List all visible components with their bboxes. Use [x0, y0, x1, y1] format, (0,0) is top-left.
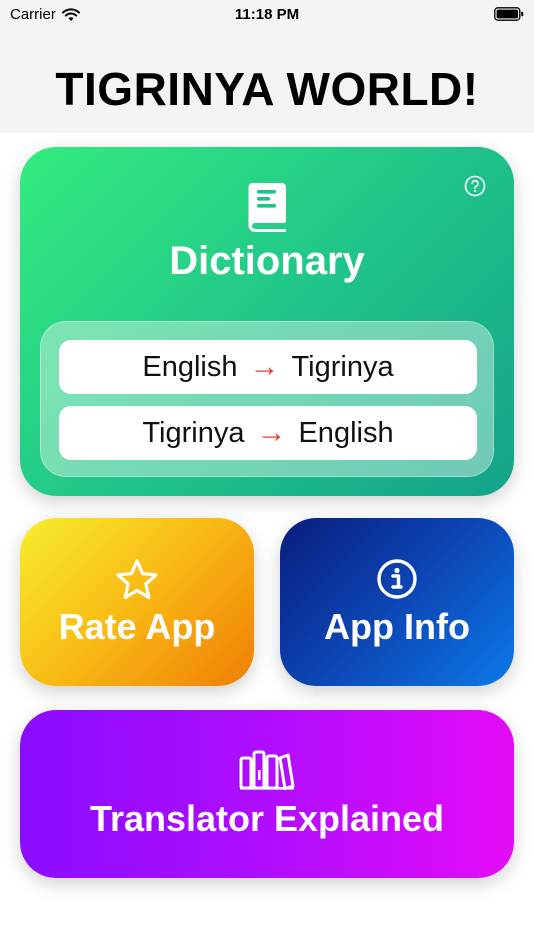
arrow-right-icon: →	[256, 416, 287, 449]
star-icon	[116, 559, 158, 600]
translator-explained-label: Translator Explained	[89, 798, 445, 839]
rate-app-button[interactable]: Rate App	[20, 518, 254, 686]
app-info-button[interactable]: App Info	[280, 518, 514, 686]
direction-to-label: English	[298, 416, 394, 449]
direction-panel: English → Tigrinya Tigrinya → English	[40, 321, 494, 477]
info-circle-icon	[377, 559, 417, 599]
book-icon	[248, 183, 286, 232]
page-title: TIGRINYA WORLD!	[55, 63, 479, 115]
direction-from-label: Tigrinya	[142, 416, 245, 449]
dictionary-title: Dictionary	[169, 239, 365, 283]
dictionary-card: Dictionary English → Tigrinya Tigrinya →…	[20, 147, 514, 496]
status-bar: Carrier 11:18 PM	[0, 0, 534, 30]
direction-to-label: Tigrinya	[291, 350, 394, 383]
arrow-right-icon: →	[249, 350, 280, 383]
tigrinya-to-english-button[interactable]: Tigrinya → English	[59, 406, 477, 460]
app-info-label: App Info	[324, 606, 470, 647]
books-icon	[239, 750, 295, 790]
battery-icon	[494, 7, 524, 21]
direction-from-label: English	[142, 350, 238, 383]
rate-app-label: Rate App	[58, 606, 216, 647]
status-time: 11:18 PM	[234, 6, 300, 23]
translator-explained-button[interactable]: Translator Explained	[20, 710, 514, 878]
english-to-tigrinya-button[interactable]: English → Tigrinya	[59, 340, 477, 394]
